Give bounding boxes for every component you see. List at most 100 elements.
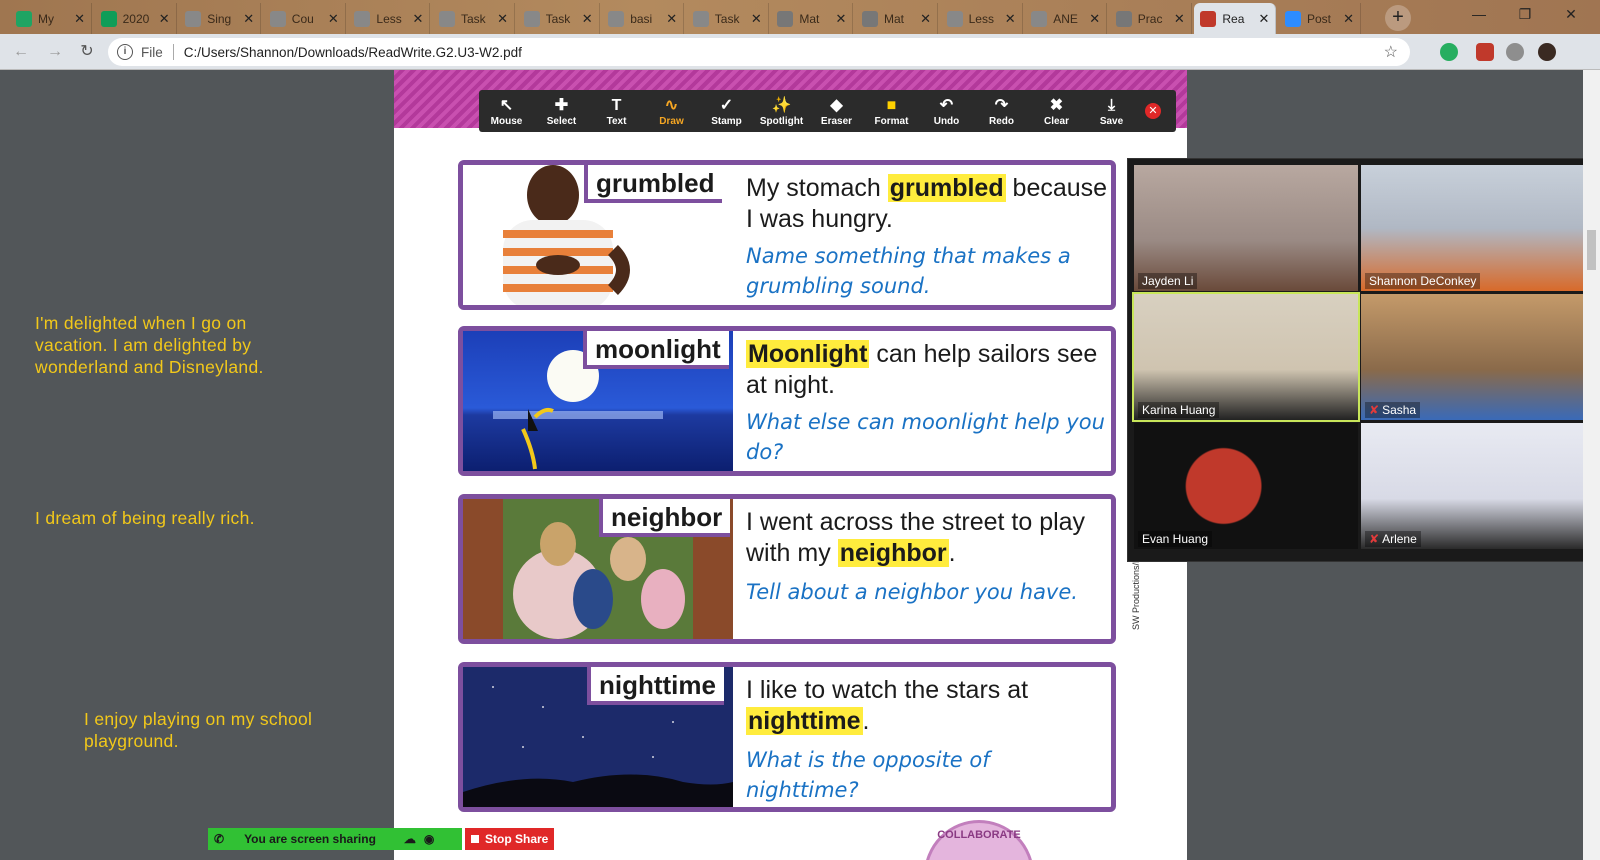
- browser-tab[interactable]: Mat ✕: [771, 3, 854, 34]
- close-tab-icon[interactable]: ✕: [835, 11, 846, 27]
- close-tab-icon[interactable]: ✕: [1089, 11, 1100, 27]
- eraser-tool-button[interactable]: ◆ Eraser: [809, 90, 864, 132]
- close-tab-icon[interactable]: ✕: [1343, 11, 1354, 27]
- participant-video[interactable]: Shannon DeConkey: [1361, 165, 1585, 291]
- close-annotation-icon[interactable]: ✕: [1145, 103, 1161, 119]
- format-icon: ■: [886, 96, 897, 114]
- close-tab-icon[interactable]: ✕: [666, 11, 677, 27]
- participant-video[interactable]: ✘ Sasha: [1361, 294, 1585, 420]
- browser-tab[interactable]: Less ✕: [941, 3, 1023, 34]
- forward-icon[interactable]: →: [44, 41, 66, 63]
- browser-tab[interactable]: My ✕: [10, 3, 92, 34]
- clear-tool-button[interactable]: ✖ Clear: [1029, 90, 1084, 132]
- select-tool-button[interactable]: ✚ Select: [534, 90, 589, 132]
- close-tab-icon[interactable]: ✕: [74, 11, 85, 27]
- vocab-card: moonlight Moonlight can help sailors see…: [458, 326, 1116, 476]
- ublock-icon[interactable]: [1476, 43, 1494, 61]
- stop-icon: [471, 835, 479, 843]
- tab-title: My: [38, 11, 54, 26]
- puzzle-icon[interactable]: [1506, 43, 1524, 61]
- example-sentence: I like to watch the stars at nighttime.: [746, 676, 1029, 735]
- move-icon: ✚: [554, 96, 569, 114]
- minimize-button[interactable]: —: [1456, 0, 1502, 30]
- scrollbar[interactable]: [1583, 70, 1600, 860]
- participant-video[interactable]: Karina Huang: [1132, 292, 1360, 422]
- bookmark-star-icon[interactable]: ☆: [1384, 42, 1398, 62]
- browser-tab[interactable]: Post ✕: [1279, 3, 1361, 34]
- info-icon[interactable]: i: [117, 44, 133, 60]
- extension-icon[interactable]: [1440, 43, 1458, 61]
- annotation-toolbar: ↖ Mouse ✚ Select T Text ∿ Draw ✓ Stamp ✨ Spotlight ◆…: [479, 90, 1176, 132]
- tool-label: Undo: [933, 115, 960, 127]
- redo-tool-button[interactable]: ↷ Redo: [974, 90, 1029, 132]
- format-tool-button[interactable]: ■ Format: [864, 90, 919, 132]
- browser-tab[interactable]: Prac ✕: [1110, 3, 1192, 34]
- avatar[interactable]: [1538, 43, 1556, 61]
- close-tab-icon[interactable]: ✕: [582, 11, 593, 27]
- browser-tab[interactable]: Less ✕: [348, 3, 431, 34]
- discussion-prompt: What is the opposite of nighttime?: [746, 748, 990, 802]
- browser-tab[interactable]: Mat ✕: [856, 3, 938, 34]
- scrollbar-thumb[interactable]: [1587, 230, 1596, 270]
- vocab-card: neighbor I went across the street to pla…: [458, 494, 1116, 644]
- url-text[interactable]: C:/Users/Shannon/Downloads/ReadWrite.G2.…: [184, 45, 522, 60]
- close-tab-icon[interactable]: ✕: [497, 11, 508, 27]
- browser-tab[interactable]: Task ✕: [433, 3, 515, 34]
- globe-icon: [1115, 10, 1132, 27]
- participant-name: Karina Huang: [1138, 402, 1220, 418]
- spotlight-icon: ✨: [771, 96, 792, 114]
- doc-icon: [946, 10, 963, 27]
- browser-tab[interactable]: Task ✕: [687, 3, 769, 34]
- spotlight-tool-button[interactable]: ✨ Spotlight: [754, 90, 809, 132]
- close-tab-icon[interactable]: ✕: [920, 11, 931, 27]
- vocab-word: nighttime: [587, 667, 724, 705]
- vocab-word: grumbled: [584, 165, 723, 203]
- eraser-icon: ◆: [830, 96, 843, 114]
- mouse-tool-button[interactable]: ↖ Mouse: [479, 90, 534, 132]
- new-tab-button[interactable]: +: [1385, 5, 1411, 31]
- close-tab-icon[interactable]: ✕: [1005, 11, 1016, 27]
- close-tab-icon[interactable]: ✕: [159, 11, 170, 27]
- tool-label: Text: [606, 115, 627, 127]
- draw-tool-button[interactable]: ∿ Draw: [644, 90, 699, 132]
- example-sentence: I went across the street to play with my…: [746, 508, 1086, 567]
- browser-tab[interactable]: Rea ✕: [1194, 3, 1277, 34]
- tool-label: Redo: [989, 115, 1014, 127]
- participant-video[interactable]: ✘ Arlene: [1361, 423, 1585, 549]
- tab-title: Sing: [207, 11, 232, 26]
- vocab-word: neighbor: [599, 499, 731, 537]
- close-tab-icon[interactable]: ✕: [412, 11, 423, 27]
- browser-tab[interactable]: basi ✕: [602, 3, 685, 34]
- close-tab-icon[interactable]: ✕: [1258, 11, 1269, 27]
- undo-tool-button[interactable]: ↶ Undo: [919, 90, 974, 132]
- collaborate-badge: COLLABORATE: [924, 820, 1034, 860]
- close-window-button[interactable]: ✕: [1548, 0, 1594, 30]
- save-icon: ⤓: [1107, 96, 1116, 114]
- browser-tab[interactable]: Sing ✕: [179, 3, 262, 34]
- back-icon[interactable]: ←: [10, 41, 32, 63]
- text-tool-button[interactable]: T Text: [589, 90, 644, 132]
- close-tab-icon[interactable]: ✕: [751, 11, 762, 27]
- browser-tab[interactable]: Task ✕: [518, 3, 600, 34]
- close-tab-icon[interactable]: ✕: [328, 11, 339, 27]
- participant-video[interactable]: Jayden Li: [1134, 165, 1358, 291]
- browser-tab[interactable]: ANE ✕: [1025, 3, 1108, 34]
- stamp-tool-button[interactable]: ✓ Stamp: [699, 90, 754, 132]
- redo-icon: ↷: [994, 96, 1009, 114]
- stop-share-button[interactable]: Stop Share: [465, 828, 554, 850]
- tab-title: ANE: [1053, 11, 1078, 26]
- browser-tab[interactable]: Cou ✕: [264, 3, 346, 34]
- address-bar[interactable]: i File C:/Users/Shannon/Downloads/ReadWr…: [108, 38, 1410, 66]
- divider: [172, 44, 174, 60]
- close-tab-icon[interactable]: ✕: [1174, 11, 1185, 27]
- participant-video[interactable]: Evan Huang: [1134, 423, 1358, 549]
- restore-button[interactable]: ❐: [1502, 0, 1548, 30]
- doc-icon: [439, 10, 455, 27]
- reload-icon[interactable]: ↻: [76, 41, 98, 63]
- note-text: I dream of being really rich.: [35, 508, 255, 528]
- save-tool-button[interactable]: ⤓ Save: [1084, 90, 1139, 132]
- tab-title: Task: [545, 11, 571, 26]
- close-tab-icon[interactable]: ✕: [243, 11, 254, 27]
- undo-icon: ↶: [939, 96, 954, 114]
- browser-tab[interactable]: 2020 ✕: [95, 3, 177, 34]
